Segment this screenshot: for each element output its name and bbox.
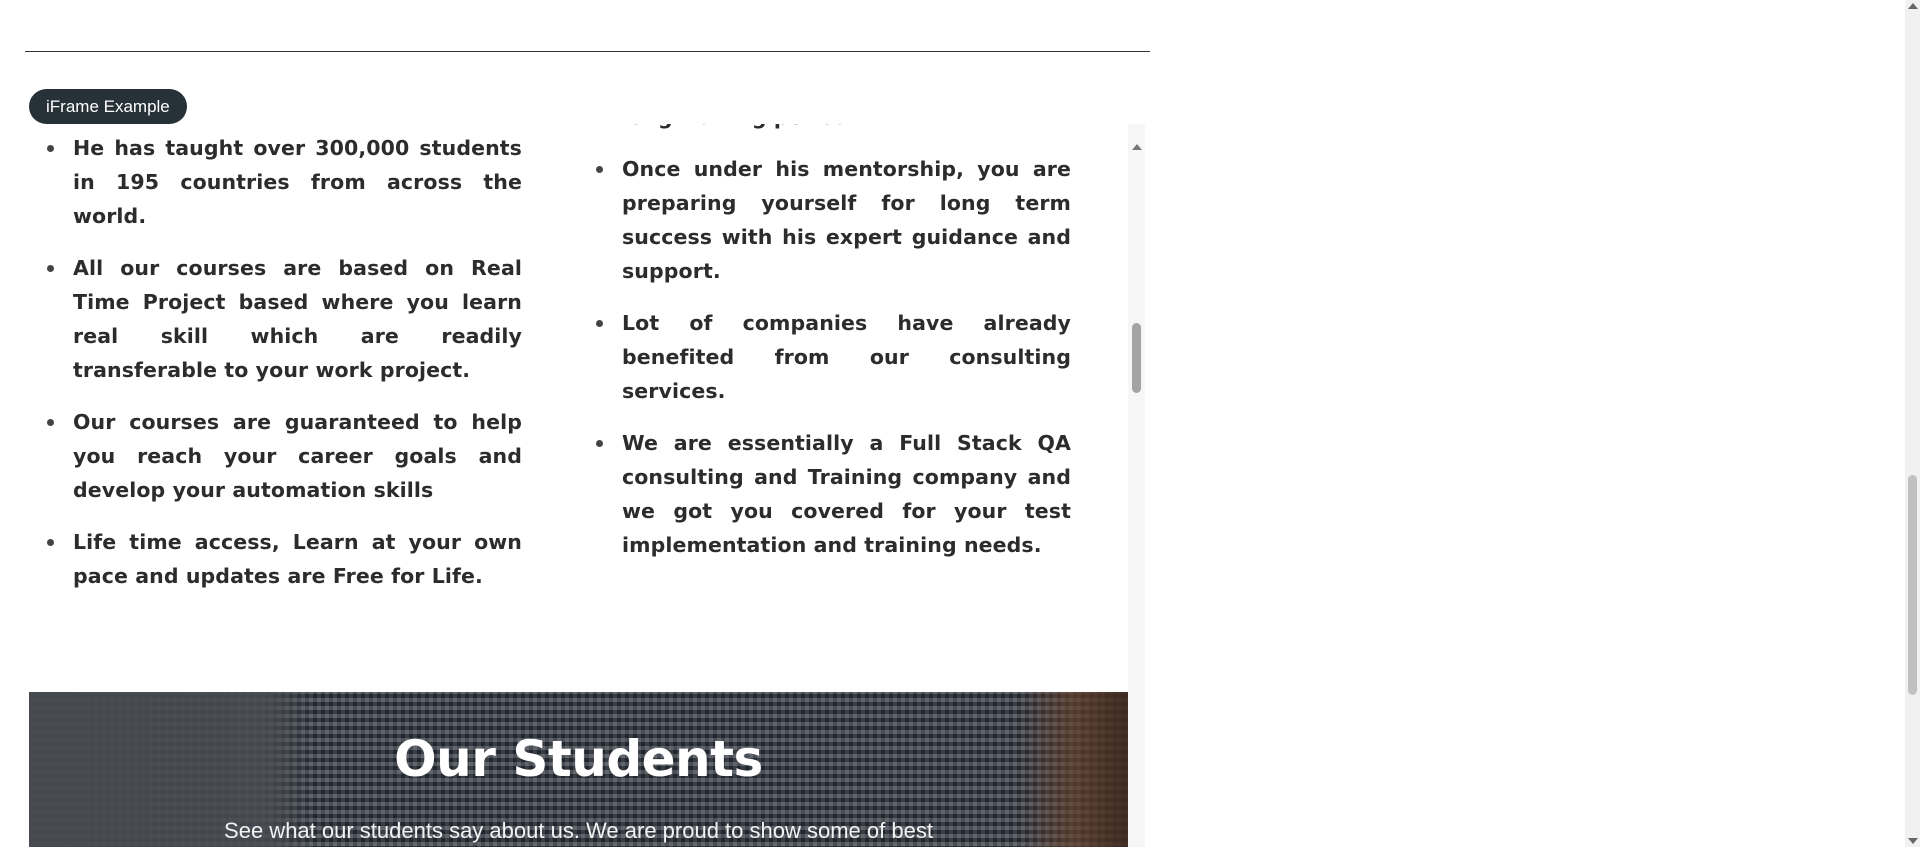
section-divider [25, 51, 1150, 52]
feature-list-right: long waiting period. Once under his ment… [578, 124, 1071, 580]
iframe-frame[interactable]: He has taught over 300,000 students in 1… [29, 124, 1145, 847]
list-item: Lot of companies have already benefited … [578, 306, 1071, 408]
iframe-scrollbar[interactable] [1128, 124, 1145, 847]
iframe-content[interactable]: He has taught over 300,000 students in 1… [29, 124, 1128, 847]
window-scroll-thumb[interactable] [1908, 475, 1917, 695]
iframe-scroll-thumb[interactable] [1132, 323, 1141, 393]
list-item: He has taught over 300,000 students in 1… [29, 131, 522, 233]
scroll-up-arrow-icon[interactable] [1908, 3, 1918, 9]
list-item: Our courses are guaranteed to help you r… [29, 405, 522, 507]
iframe-example-label: iFrame Example [29, 89, 187, 124]
list-item: We are essentially a Full Stack QA consu… [578, 426, 1071, 562]
scroll-up-arrow-icon[interactable] [1132, 144, 1142, 150]
scroll-down-arrow-icon[interactable] [1908, 838, 1918, 844]
our-students-section: Our Students See what our students say a… [29, 692, 1128, 847]
list-item: All our courses are based on Real Time P… [29, 251, 522, 387]
students-title: Our Students [394, 730, 763, 788]
window-scrollbar[interactable] [1905, 0, 1920, 847]
list-item: Life time access, Learn at your own pace… [29, 525, 522, 593]
feature-list-left: He has taught over 300,000 students in 1… [29, 131, 522, 611]
list-item: Once under his mentorship, you are prepa… [578, 152, 1071, 288]
list-item: long waiting period. [578, 124, 1071, 134]
students-subtitle: See what our students say about us. We a… [224, 818, 933, 843]
